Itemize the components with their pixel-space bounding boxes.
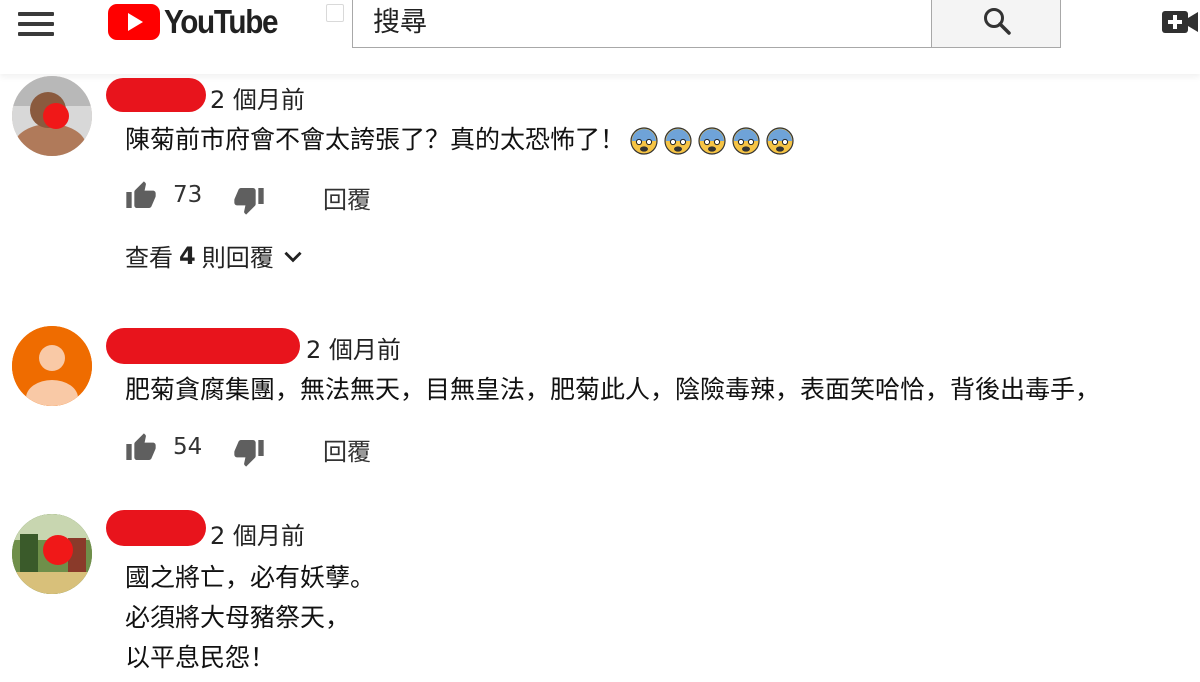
comment-thread: 2 個月前 肥菊貪腐集團，無法無天，目無皇法，肥菊此人，陰險毒辣，表面笑哈恰，背…: [0, 320, 1200, 480]
redacted-username: [106, 328, 300, 364]
fearful-face-emoji-icon: [698, 127, 726, 155]
view-replies-prefix: 查看: [125, 244, 173, 272]
video-add-icon[interactable]: [1158, 8, 1200, 38]
view-replies-button[interactable]: 查看 4 則回覆: [125, 238, 306, 273]
chevron-down-icon: [284, 251, 302, 262]
redacted-username: [106, 78, 206, 112]
search-input[interactable]: [353, 0, 931, 47]
reply-button[interactable]: 回覆: [323, 432, 371, 467]
comment-thread: 2 個月前 陳菊前市府會不會太誇張了？真的太恐怖了！ 73 回覆 查看 4 則回覆: [0, 74, 1200, 284]
logo-text: YouTube: [164, 3, 279, 40]
apps-icon: [326, 4, 344, 22]
thumbs-up-icon[interactable]: [125, 432, 157, 464]
like-count: 54: [173, 434, 203, 460]
avatar[interactable]: [12, 76, 92, 156]
comment-text-line: 國之將亡，必有妖孽。: [125, 563, 376, 592]
thumbs-down-icon[interactable]: [233, 184, 265, 216]
fearful-face-emoji-icon: [630, 127, 658, 155]
search-icon: [984, 8, 1011, 35]
fearful-face-emoji-icon: [766, 127, 794, 155]
comment-text: 肥菊貪腐集團，無法無天，目無皇法，肥菊此人，陰險毒辣，表面笑哈恰，背後出毒手，: [125, 375, 1101, 404]
fearful-face-emoji-icon: [664, 127, 692, 155]
thumbs-down-icon[interactable]: [233, 436, 265, 468]
hamburger-menu-icon[interactable]: [16, 8, 60, 40]
redacted-username: [106, 510, 206, 546]
comment-actions: 73 回覆: [125, 180, 425, 220]
avatar[interactable]: [12, 514, 92, 594]
search-button[interactable]: [931, 0, 1061, 48]
reply-button[interactable]: 回覆: [323, 180, 371, 215]
masthead: YouTube: [0, 0, 1200, 74]
comment-text-line: 必須將大母豬祭天，: [125, 603, 351, 632]
comment-text: 陳菊前市府會不會太誇張了？真的太恐怖了！: [125, 120, 795, 160]
like-count: 73: [173, 182, 203, 208]
comment-timestamp[interactable]: 2 個月前: [306, 330, 401, 365]
youtube-logo[interactable]: YouTube: [108, 0, 290, 44]
emoji-row: [625, 125, 795, 155]
thumbs-up-icon[interactable]: [125, 180, 157, 212]
fearful-face-emoji-icon: [732, 127, 760, 155]
search-bar: [352, 0, 932, 48]
reply-count: 4: [179, 241, 196, 270]
comment-body: 陳菊前市府會不會太誇張了？真的太恐怖了！: [125, 125, 626, 154]
comment-thread: 2 個月前 國之將亡，必有妖孽。 必須將大母豬祭天， 以平息民怨！: [0, 506, 1200, 682]
comment-timestamp[interactable]: 2 個月前: [210, 80, 305, 115]
youtube-play-icon: [108, 4, 160, 40]
avatar[interactable]: [12, 326, 92, 406]
comment-timestamp[interactable]: 2 個月前: [210, 516, 305, 551]
comment-actions: 54 回覆: [125, 432, 425, 472]
comment-text-line: 以平息民怨！: [125, 643, 276, 672]
view-replies-suffix: 則回覆: [201, 244, 274, 272]
